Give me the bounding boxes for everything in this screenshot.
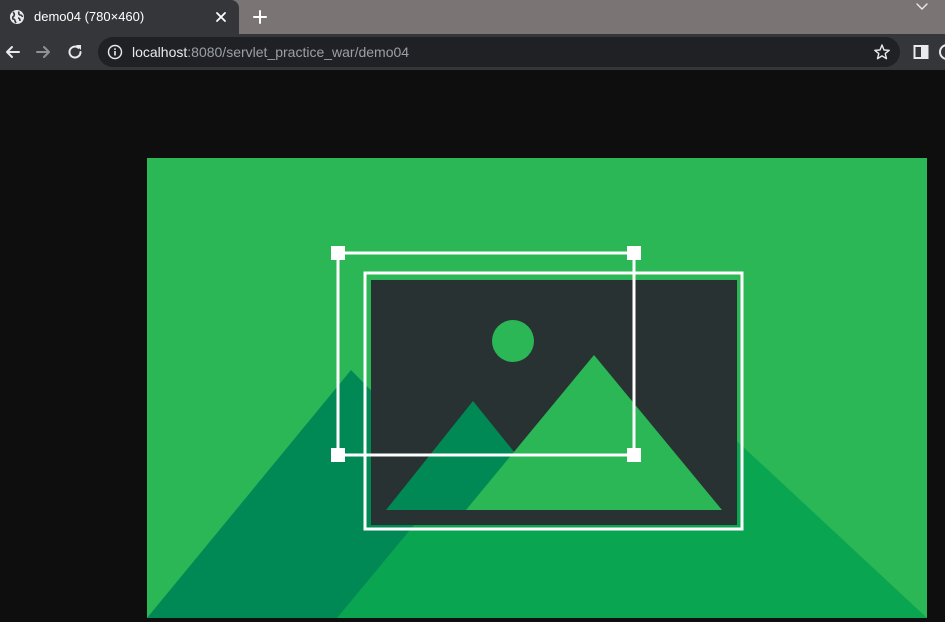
arrow-left-icon[interactable] [3, 42, 23, 62]
profile-icon[interactable] [937, 42, 945, 62]
close-icon[interactable] [213, 9, 229, 25]
tab-strip: demo04 (780×460) [0, 0, 945, 34]
page-viewport [0, 70, 945, 622]
side-panel-icon[interactable] [911, 42, 931, 62]
plus-icon[interactable] [251, 8, 269, 26]
selection-handle-top-left[interactable] [331, 246, 345, 260]
image-placeholder-icon [147, 158, 927, 618]
sun-circle [492, 320, 534, 362]
tab-demo04[interactable]: demo04 (780×460) [0, 0, 239, 34]
url-path: :8080/servlet_practice_war/demo04 [187, 44, 410, 60]
star-icon[interactable] [873, 43, 891, 61]
selection-handle-bottom-right[interactable] [627, 448, 641, 462]
reload-icon[interactable] [65, 42, 85, 62]
globe-icon [10, 10, 24, 24]
url-text[interactable]: localhost:8080/servlet_practice_war/demo… [132, 44, 409, 60]
url-host: localhost [132, 44, 188, 60]
selection-handle-bottom-left[interactable] [331, 448, 345, 462]
address-bar[interactable]: localhost:8080/servlet_practice_war/demo… [98, 37, 900, 67]
chevron-down-icon[interactable] [914, 0, 930, 14]
selection-handle-top-right[interactable] [627, 246, 641, 260]
tab-title: demo04 (780×460) [34, 9, 145, 24]
arrow-right-icon[interactable] [33, 42, 53, 62]
browser-toolbar: localhost:8080/servlet_practice_war/demo… [0, 34, 945, 70]
info-icon[interactable] [107, 44, 123, 60]
